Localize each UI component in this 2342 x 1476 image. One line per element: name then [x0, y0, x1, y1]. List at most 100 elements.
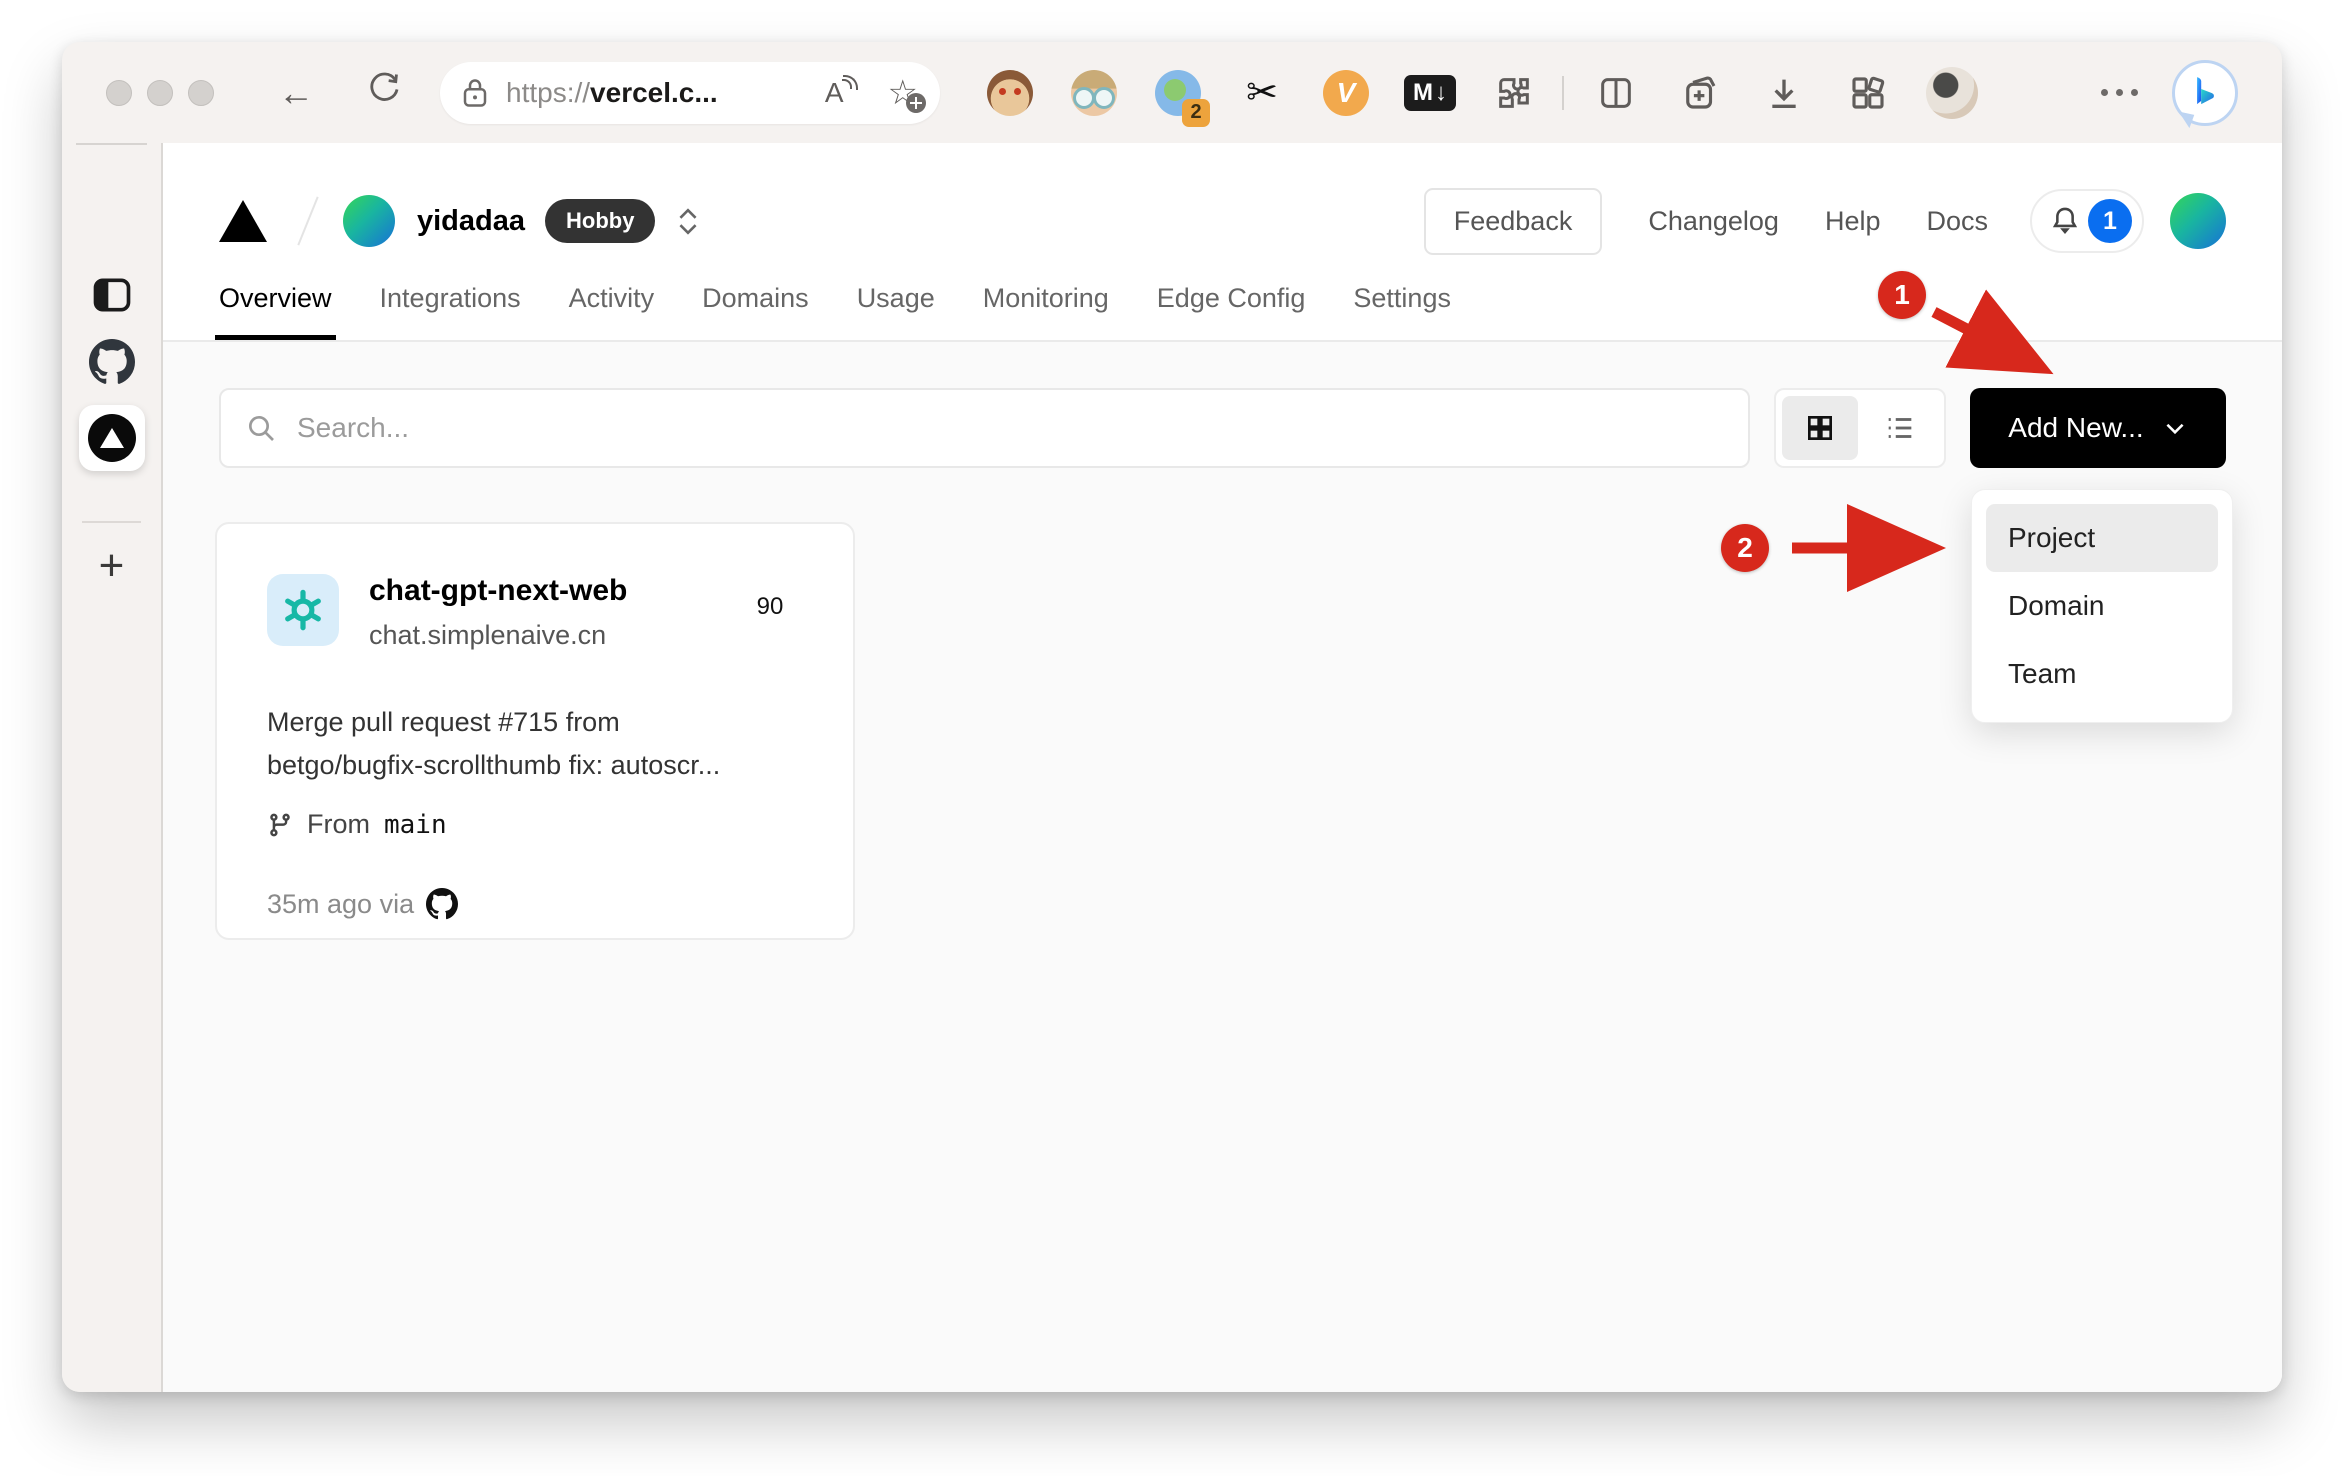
plan-badge: Hobby	[545, 199, 656, 243]
search-icon	[249, 416, 274, 441]
window-controls[interactable]	[106, 79, 214, 106]
v-extension-icon[interactable]: V	[1320, 67, 1372, 119]
grid-view-button[interactable]	[1782, 396, 1858, 460]
panel-toggle-icon	[93, 278, 130, 312]
close-window-button[interactable]	[106, 79, 132, 106]
girl-glasses-icon	[1071, 69, 1117, 116]
project-search[interactable]	[219, 388, 1750, 468]
project-name[interactable]: chat-gpt-next-web	[369, 574, 627, 608]
tab-integrations[interactable]: Integrations	[380, 283, 521, 340]
add-favorite-icon[interactable]: ☆	[888, 73, 926, 113]
markdownload-extension-icon[interactable]: M ↓	[1404, 67, 1456, 119]
tab-monitoring[interactable]: Monitoring	[983, 283, 1109, 340]
tab-domains[interactable]: Domains	[702, 283, 809, 340]
tab-edge-config[interactable]: Edge Config	[1157, 283, 1306, 340]
user-avatar[interactable]	[2170, 193, 2226, 249]
back-icon[interactable]: ←	[278, 72, 314, 114]
clipper-extension-icon[interactable]: ✂	[1236, 67, 1288, 119]
browser-window: ← https://vercel.c... A ☆ 2 ✂ V M ↓ + yi…	[62, 42, 2282, 1392]
browser-toolbar: ← https://vercel.c... A ☆ 2 ✂ V M ↓	[62, 42, 2282, 143]
from-label: From	[307, 809, 370, 839]
sidebar-add-button[interactable]: +	[99, 541, 125, 591]
vercel-app-icon	[87, 414, 136, 462]
dropdown-item-project[interactable]: Project	[1986, 504, 2218, 572]
scissors-icon: ✂	[1246, 72, 1278, 114]
dashboard-tabs: Overview Integrations Activity Domains U…	[215, 269, 2226, 340]
score-value: 90	[756, 593, 784, 620]
openai-logo-icon	[285, 589, 321, 631]
markdown-download-icon: M ↓	[1404, 74, 1456, 111]
minimize-window-button[interactable]	[147, 79, 173, 106]
git-branch-icon	[270, 813, 290, 836]
collections-icon	[1686, 76, 1716, 109]
zoom-window-button[interactable]	[188, 79, 214, 106]
address-bar[interactable]: https://vercel.c... A ☆	[440, 61, 940, 124]
tab-settings[interactable]: Settings	[1353, 283, 1451, 340]
v-icon: V	[1323, 69, 1369, 116]
extension-badge: 2	[1182, 98, 1210, 127]
read-aloud-icon[interactable]: A	[825, 74, 858, 109]
branch-row: From main	[267, 809, 803, 840]
list-view-button[interactable]	[1862, 396, 1938, 460]
browser-profile-avatar[interactable]	[1926, 66, 1978, 119]
tab-overview[interactable]: Overview	[215, 283, 336, 340]
refresh-icon[interactable]	[366, 71, 400, 114]
monkey-icon	[987, 69, 1033, 116]
avatar-extension-icon[interactable]	[1068, 67, 1120, 119]
add-new-button[interactable]: Add New...	[1970, 388, 2226, 468]
team-avatar	[343, 195, 395, 247]
github-source-icon	[426, 888, 459, 920]
vercel-page: yidadaa Hobby Feedback Changelog Help Do…	[163, 143, 2282, 1392]
edge-vertical-sidebar: +	[62, 143, 163, 1392]
notification-count-badge: 1	[2088, 199, 2132, 243]
dropdown-item-team[interactable]: Team	[1986, 640, 2218, 708]
more-menu-icon[interactable]	[2101, 89, 2138, 96]
bell-icon	[2052, 207, 2078, 235]
bing-chat-icon[interactable]	[2172, 59, 2238, 126]
commit-message: Merge pull request #715 from betgo/bugfi…	[267, 707, 721, 780]
vercel-logo-icon[interactable]	[219, 200, 267, 242]
toolbar-divider	[1562, 75, 1564, 110]
search-input[interactable]	[297, 412, 1724, 444]
tampermonkey-extension-icon[interactable]	[984, 67, 1036, 119]
split-screen-icon	[1601, 77, 1631, 108]
overview-content: Add New... Project Domain Team	[163, 342, 2282, 1392]
extensions-menu-icon[interactable]	[1488, 67, 1540, 119]
refresh-glyph	[370, 72, 399, 101]
team-switcher-icon[interactable]	[677, 207, 699, 236]
sidebar-item-vercel-active[interactable]	[78, 405, 145, 471]
url-text: https://vercel.c...	[506, 76, 718, 108]
view-toggle	[1774, 388, 1946, 468]
translate-extension-icon[interactable]: 2	[1152, 67, 1210, 127]
sidebar-toggle-button[interactable]	[90, 273, 134, 317]
help-link[interactable]: Help	[1825, 206, 1881, 237]
download-icon	[1772, 79, 1796, 108]
team-name[interactable]: yidadaa	[417, 205, 525, 238]
project-domain[interactable]: chat.simplenaive.cn	[369, 620, 627, 651]
changelog-link[interactable]: Changelog	[1648, 206, 1779, 237]
add-new-label: Add New...	[2008, 412, 2144, 443]
project-card[interactable]: chat-gpt-next-web chat.simplenaive.cn 90…	[215, 522, 855, 940]
docs-link[interactable]: Docs	[1926, 206, 1988, 237]
project-avatar	[267, 574, 339, 646]
apps-button[interactable]	[1842, 67, 1894, 119]
puzzle-icon	[1499, 77, 1529, 108]
downloads-button[interactable]	[1758, 67, 1810, 119]
apps-grid-icon	[1852, 76, 1885, 109]
notifications-button[interactable]: 1	[2030, 189, 2144, 253]
add-new-dropdown: Project Domain Team	[1971, 489, 2233, 723]
lock-icon	[463, 78, 487, 107]
dropdown-item-domain[interactable]: Domain	[1986, 572, 2218, 640]
cat-avatar	[1926, 66, 1978, 119]
split-screen-button[interactable]	[1590, 67, 1642, 119]
collections-button[interactable]	[1674, 67, 1726, 119]
github-icon	[88, 339, 135, 384]
tab-activity[interactable]: Activity	[569, 283, 655, 340]
branch-name: main	[384, 809, 447, 840]
sidebar-divider	[82, 521, 141, 523]
sidebar-item-github[interactable]	[88, 339, 135, 385]
breadcrumb-slash	[297, 196, 319, 246]
tab-usage[interactable]: Usage	[857, 283, 935, 340]
deploy-meta: 35m ago via	[267, 888, 803, 920]
feedback-button[interactable]: Feedback	[1423, 187, 1603, 255]
